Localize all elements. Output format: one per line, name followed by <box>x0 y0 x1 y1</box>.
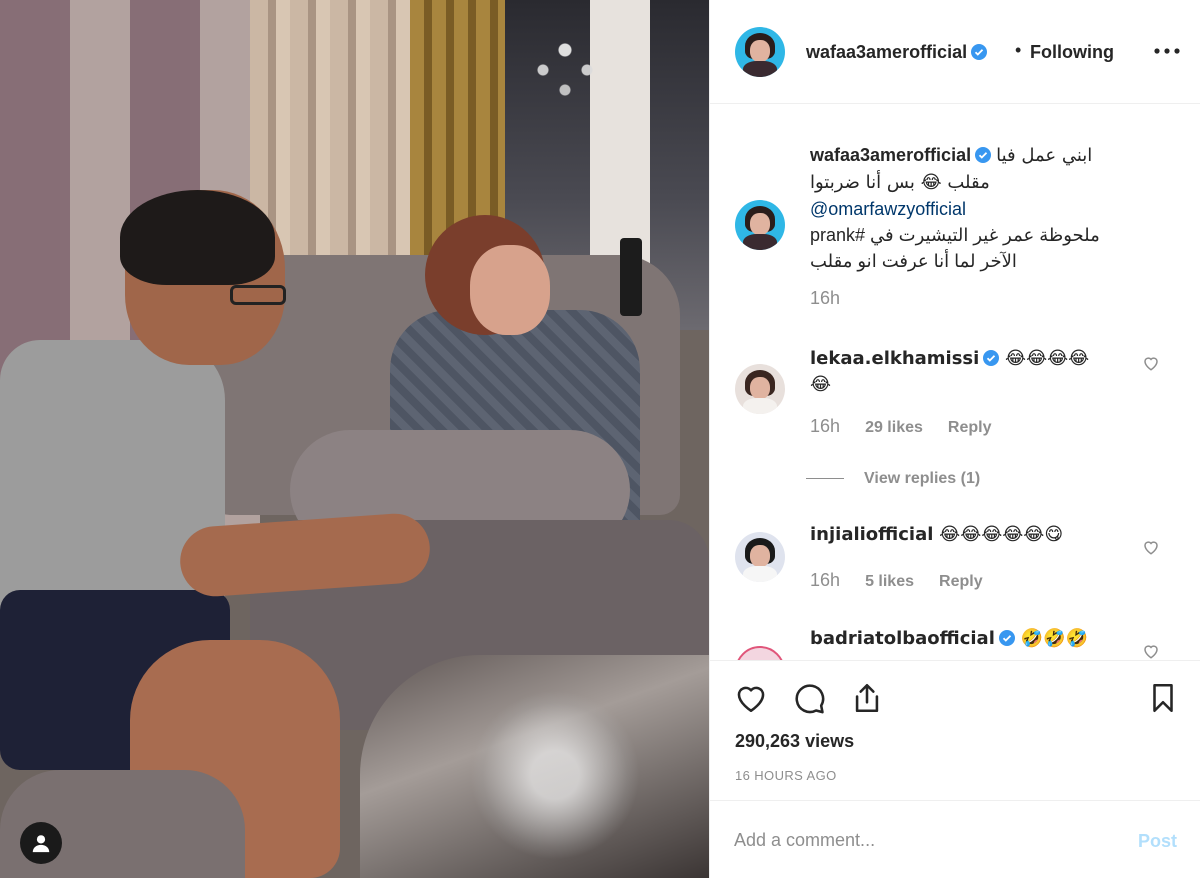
verified-badge-icon <box>971 44 988 60</box>
comment-body: 🤣🤣🤣 <box>1020 628 1088 649</box>
reply-button[interactable]: Reply <box>939 573 983 590</box>
view-count[interactable]: 290,263 views <box>735 731 854 752</box>
like-comment-icon[interactable] <box>1142 354 1160 372</box>
comment-text: badriatolbaofficial 🤣🤣🤣 <box>810 626 1130 652</box>
like-comment-icon[interactable] <box>1142 642 1160 660</box>
comment-avatar[interactable] <box>735 646 785 660</box>
verified-badge-icon <box>975 147 992 163</box>
comment-text: lekaa.elkhamissi 😂😂😂😂😂 <box>810 346 1110 398</box>
view-replies-label: View replies (1) <box>864 470 981 487</box>
comment-bubble-icon[interactable] <box>792 681 826 715</box>
table-glare <box>470 690 640 860</box>
action-bar: 290,263 views 16 HOURS AGO <box>710 660 1200 800</box>
post-timestamp[interactable]: 16 HOURS AGO <box>735 768 837 783</box>
comment-time[interactable]: 16h <box>810 570 840 590</box>
separator-dot: • <box>1015 40 1022 60</box>
caption-meta: 16h <box>810 288 840 309</box>
like-heart-icon[interactable] <box>734 681 768 715</box>
chandelier <box>510 10 620 110</box>
post-video[interactable] <box>0 0 709 878</box>
verified-badge-icon <box>983 350 1000 366</box>
more-options-button[interactable] <box>1150 30 1184 70</box>
comment-meta: 16h 5 likes Reply <box>810 570 983 591</box>
comment-meta: 16h 29 likes Reply <box>810 416 991 437</box>
username-link[interactable]: wafaa3amerofficial <box>806 42 967 62</box>
comment-time[interactable]: 16h <box>810 416 840 436</box>
ellipsis-icon <box>1154 48 1180 54</box>
comment-username[interactable]: injialiofficial <box>810 524 933 545</box>
comment-avatar[interactable] <box>735 532 785 582</box>
caption-line3: الآخر لما أنا عرفت انو مقلب <box>810 251 1017 271</box>
verified-badge-icon <box>998 630 1015 646</box>
view-replies-button[interactable]: View replies (1) <box>806 470 980 488</box>
post-button[interactable]: Post <box>1138 831 1177 852</box>
post-header: wafaa3amerofficial • Following <box>710 0 1200 104</box>
comment-username[interactable]: lekaa.elkhamissi <box>810 348 979 369</box>
reply-button[interactable]: Reply <box>948 419 992 436</box>
caption-username[interactable]: wafaa3amerofficial <box>810 145 971 165</box>
comment-likes[interactable]: 29 likes <box>865 419 923 436</box>
like-comment-icon[interactable] <box>1142 538 1160 556</box>
woman-face <box>470 245 550 335</box>
comment-input[interactable] <box>734 825 1114 855</box>
phone <box>620 238 642 316</box>
bookmark-icon[interactable] <box>1146 681 1180 715</box>
share-icon[interactable] <box>850 681 884 715</box>
caption-avatar[interactable] <box>735 200 785 250</box>
comment-body: 😂😂😂😂😂😋 <box>939 524 1064 545</box>
user-icon <box>32 835 50 853</box>
comment-avatar[interactable] <box>735 364 785 414</box>
following-button[interactable]: Following <box>1030 42 1114 63</box>
comments-list[interactable]: wafaa3amerofficial ابني عمل فيا مقلب 😂 ب… <box>710 104 1200 660</box>
tagged-user-button[interactable] <box>20 822 62 864</box>
avatar[interactable] <box>735 27 785 77</box>
comment-text: injialiofficial 😂😂😂😂😂😋 <box>810 522 1130 548</box>
header-username[interactable]: wafaa3amerofficial <box>806 42 988 63</box>
caption-text: wafaa3amerofficial ابني عمل فيا مقلب 😂 ب… <box>810 142 1140 274</box>
add-comment-bar: Post <box>710 800 1200 878</box>
caption-line2: ملحوظة عمر غير التيشيرت في #prank <box>810 225 1100 245</box>
comment-likes[interactable]: 5 likes <box>865 573 914 590</box>
comment-username[interactable]: badriatolbaofficial <box>810 628 995 649</box>
mention-link[interactable]: @omarfawzyofficial <box>810 199 966 219</box>
post-panel: wafaa3amerofficial • Following wafaa3ame… <box>709 0 1200 878</box>
caption-time[interactable]: 16h <box>810 288 840 308</box>
boy-hair <box>120 190 275 285</box>
divider-line <box>806 478 844 480</box>
glasses <box>230 285 286 305</box>
